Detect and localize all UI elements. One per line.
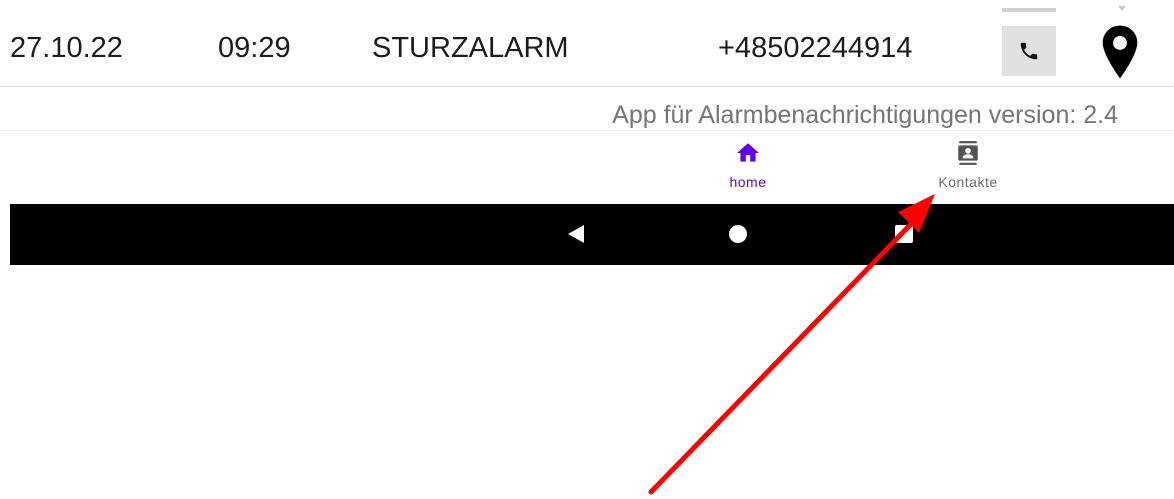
back-icon[interactable]: [566, 224, 586, 244]
alarm-time: 09:29: [218, 32, 291, 64]
divider: [0, 130, 1174, 131]
alarm-phone-number: +48502244914: [718, 32, 913, 64]
location-pin-icon[interactable]: [1100, 24, 1140, 80]
home-circle-icon[interactable]: [729, 225, 747, 243]
system-navigation-bar: [10, 204, 1174, 265]
nav-home-label: home: [729, 174, 767, 190]
app-version-text: App für Alarmbenachrichtigungen version:…: [612, 101, 1118, 129]
divider: [1002, 8, 1056, 12]
contacts-icon: [958, 141, 978, 165]
nav-contacts-label: Kontakte: [938, 174, 998, 190]
app-screen: 27.10.22 09:29 STURZALARM +48502244914 A…: [0, 0, 1174, 499]
home-icon: [737, 143, 759, 162]
caret-icon: [1118, 6, 1126, 11]
recents-icon[interactable]: [895, 225, 913, 243]
call-button[interactable]: [1002, 26, 1056, 76]
nav-contacts[interactable]: Kontakte: [918, 140, 1018, 200]
phone-icon: [1020, 42, 1038, 60]
alarm-row[interactable]: 27.10.22 09:29 STURZALARM +48502244914: [0, 0, 1174, 87]
alarm-type: STURZALARM: [372, 32, 569, 64]
nav-home[interactable]: home: [708, 140, 788, 200]
alarm-date: 27.10.22: [10, 32, 123, 64]
